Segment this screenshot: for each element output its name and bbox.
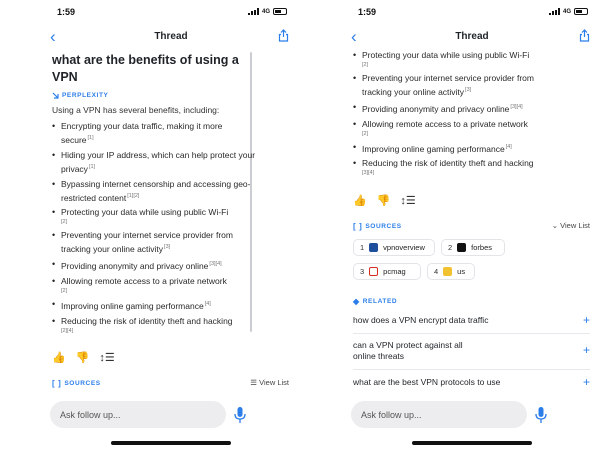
citation[interactable]: [4]	[506, 144, 512, 150]
list-item: Providing anonymity and privacy online[3…	[52, 258, 257, 272]
status-bar: 1:59 4G	[344, 5, 600, 19]
home-indicator[interactable]	[412, 441, 532, 445]
us-icon	[443, 267, 453, 276]
nav-bar: ‹ Thread	[344, 28, 600, 46]
answer-list: Encrypting your data traffic, making it …	[52, 120, 257, 338]
citation[interactable]: [1]	[88, 135, 94, 141]
provider-label: PERPLEXITY	[52, 92, 108, 99]
thumbs-down-icon[interactable]: 👎	[377, 194, 391, 207]
thread-screen-right: 1:59 4G ‹ Thread Protecting your data wh…	[344, 0, 600, 450]
home-indicator[interactable]	[111, 441, 231, 445]
related-item[interactable]: how does a VPN encrypt data traffic +	[353, 314, 590, 326]
citation[interactable]: [2]	[362, 62, 558, 69]
network-label: 4G	[562, 8, 571, 15]
status-bar: 1:59 4G	[43, 5, 299, 19]
sources-heading: [ ] SOURCES	[353, 222, 402, 231]
citation[interactable]: [3][4]	[510, 104, 522, 110]
thumbs-down-icon[interactable]: 👎	[76, 351, 90, 364]
plus-icon[interactable]: +	[583, 314, 590, 326]
sort-icon[interactable]: ↕☰	[400, 194, 415, 207]
citation[interactable]: [3][4]	[209, 261, 221, 267]
answer-intro: Using a VPN has several benefits, includ…	[52, 105, 220, 115]
arrow-icon	[52, 92, 59, 99]
citation[interactable]: [3]	[465, 87, 471, 93]
battery-icon	[273, 8, 287, 15]
vpnoverview-icon	[369, 243, 379, 252]
related-item[interactable]: what are the best VPN protocols to use +	[353, 376, 590, 388]
answer-list: Protecting your data while using public …	[353, 49, 558, 180]
layers-icon: ◆	[353, 297, 360, 306]
divider	[353, 369, 590, 370]
thumbs-up-icon[interactable]: 👍	[52, 351, 66, 364]
share-icon[interactable]	[579, 29, 590, 42]
citation[interactable]: [2]	[61, 288, 257, 295]
source-chip-4[interactable]: 4 us	[427, 263, 475, 280]
related-heading: ◆ RELATED	[353, 297, 398, 306]
list-item: Improving online gaming performance[4]	[353, 141, 558, 155]
page-title: Thread	[154, 31, 188, 42]
citation[interactable]: [1][2]	[127, 193, 139, 199]
related-item[interactable]: can a VPN protect against all online thr…	[353, 340, 590, 362]
view-list-link[interactable]: ☰ View List	[250, 378, 289, 387]
list-item: Allowing remote access to a private netw…	[353, 118, 558, 138]
list-item: Preventing your internet service provide…	[52, 229, 257, 255]
brackets-icon: [ ]	[52, 379, 62, 388]
nav-bar: ‹ Thread	[43, 28, 299, 46]
citation[interactable]: [3]	[164, 244, 170, 250]
brackets-icon: [ ]	[353, 222, 363, 231]
citation[interactable]: [2]	[61, 219, 257, 226]
sort-icon[interactable]: ↕☰	[99, 351, 114, 364]
question-heading: what are the benefits of using a VPN	[52, 53, 239, 84]
list-item: Protecting your data while using public …	[353, 49, 558, 69]
citation[interactable]: [2]	[362, 131, 558, 138]
battery-icon	[574, 8, 588, 15]
status-time: 1:59	[57, 7, 76, 17]
ask-input[interactable]: Ask follow up...	[351, 401, 527, 428]
list-item: Improving online gaming performance[4]	[52, 298, 257, 312]
answer-actions: 👍 👎 ↕☰	[353, 194, 416, 207]
pcmag-icon	[369, 267, 379, 276]
divider	[353, 333, 590, 334]
status-time: 1:59	[358, 7, 377, 17]
citation[interactable]: [3][4]	[362, 170, 558, 177]
thumbs-up-icon[interactable]: 👍	[353, 194, 367, 207]
page-title: Thread	[455, 31, 489, 42]
list-item: Hiding your IP address, which can help p…	[52, 149, 257, 175]
network-label: 4G	[261, 8, 270, 15]
list-item: Preventing your internet service provide…	[353, 72, 558, 98]
plus-icon[interactable]: +	[583, 344, 590, 356]
list-item: Providing anonymity and privacy online[3…	[353, 101, 558, 115]
list-item: Allowing remote access to a private netw…	[52, 275, 257, 295]
provider-name: PERPLEXITY	[62, 92, 109, 99]
citation[interactable]: [1]	[89, 164, 95, 170]
signal-icon	[548, 8, 560, 15]
answer-actions: 👍 👎 ↕☰	[52, 351, 115, 364]
mic-icon[interactable]	[233, 406, 247, 424]
mic-icon[interactable]	[534, 406, 548, 424]
forbes-icon	[457, 243, 467, 252]
sources-heading: [ ] SOURCES	[52, 379, 101, 388]
share-icon[interactable]	[278, 29, 289, 42]
plus-icon[interactable]: +	[583, 376, 590, 388]
ask-input[interactable]: Ask follow up...	[50, 401, 226, 428]
source-chip-1[interactable]: 1 vpnoverview	[353, 239, 435, 256]
citation[interactable]: [2][4]	[61, 328, 257, 335]
list-item: Protecting your data while using public …	[52, 206, 257, 226]
citation[interactable]: [4]	[205, 301, 211, 307]
thread-screen-left: 1:59 4G ‹ Thread what are the benefits o…	[43, 0, 299, 450]
signal-icon	[247, 8, 259, 15]
list-item: Reducing the risk of identity theft and …	[52, 315, 257, 335]
list-item: Bypassing internet censorship and access…	[52, 178, 257, 204]
list-item: Reducing the risk of identity theft and …	[353, 157, 558, 177]
source-chip-3[interactable]: 3 pcmag	[353, 263, 421, 280]
view-list-link[interactable]: ⌄ View List	[552, 221, 590, 230]
list-item: Encrypting your data traffic, making it …	[52, 120, 257, 146]
source-chip-2[interactable]: 2 forbes	[441, 239, 505, 256]
